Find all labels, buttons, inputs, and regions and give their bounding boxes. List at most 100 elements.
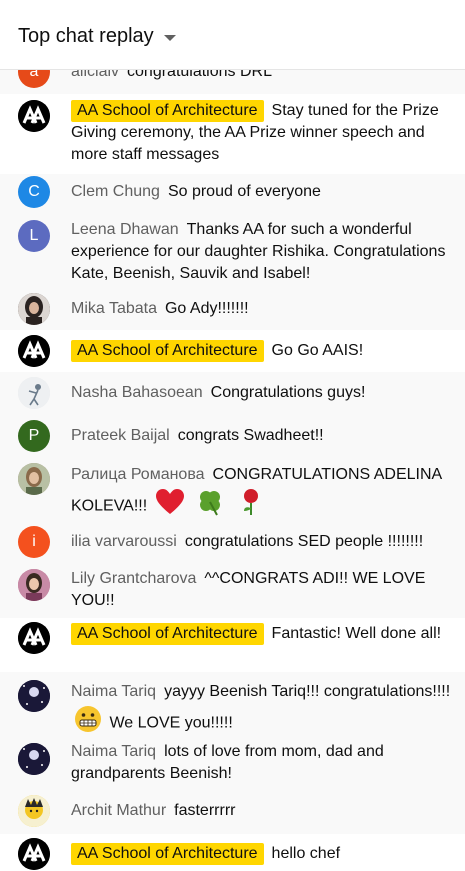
aa-logo-glyph xyxy=(18,335,50,367)
message-text: hello chef xyxy=(271,845,341,862)
avatar[interactable]: C xyxy=(18,176,50,208)
chat-message: Archit Mathur fasterrrrr xyxy=(0,794,465,834)
message-text: Go Ady!!!!!!! xyxy=(164,300,249,317)
avatar-letter: i xyxy=(32,533,36,550)
chat-message: Naima Tariq yayyy Beenish Tariq!!! congra… xyxy=(0,672,465,736)
avatar[interactable]: a xyxy=(18,70,50,88)
message-content: Naima Tariq yayyy Beenish Tariq!!! congra… xyxy=(71,679,455,742)
message-content: AA School of Architecture Go Go AAIS! xyxy=(71,340,455,362)
chat-message: Ралица Романова CONGRATULATIONS ADELINA K… xyxy=(0,456,465,526)
heart-emoji xyxy=(155,488,185,525)
message-text: So proud of everyone xyxy=(167,183,321,200)
heart-glyph xyxy=(155,489,184,514)
avatar[interactable]: i xyxy=(18,526,50,558)
message-content: Mika Tabata Go Ady!!!!!!! xyxy=(71,298,455,320)
message-text: congrats Swadheet!! xyxy=(177,427,324,444)
author-name[interactable]: Lily Grantcharova xyxy=(71,570,196,587)
chat-message: L Leena Dhawan Thanks AA for such a wonde… xyxy=(0,210,465,290)
chat-mode-label: Top chat replay xyxy=(18,25,154,47)
message-content: Nasha Bahasoean Congratulations guys! xyxy=(71,382,455,404)
chat-message: AA School of Architecture hello chef xyxy=(0,834,465,871)
author-name[interactable]: Mika Tabata xyxy=(71,300,157,317)
aa-logo-icon[interactable] xyxy=(18,622,50,654)
message-content: AA School of Architecture Fantastic! Well… xyxy=(71,623,455,645)
message-content: Archit Mathur fasterrrrr xyxy=(71,800,455,822)
chat-message: Lily Grantcharova ^^CONGRATS ADI!! WE LOV… xyxy=(0,562,465,618)
owner-badge[interactable]: AA School of Architecture xyxy=(71,340,264,362)
woman-portrait-icon[interactable] xyxy=(18,463,50,495)
avatar[interactable]: L xyxy=(18,220,50,252)
message-content: Naima Tariq lots of love from mom, dad an… xyxy=(71,741,455,785)
rose-glyph xyxy=(243,489,258,515)
message-content: AA School of Architecture hello chef xyxy=(71,843,455,865)
sketch-figure-icon[interactable] xyxy=(18,377,50,409)
aa-logo-glyph xyxy=(18,100,50,132)
clover-emoji xyxy=(195,488,225,525)
chat-message: Naima Tariq lots of love from mom, dad an… xyxy=(0,736,465,794)
message-text-continued: We LOVE you!!!!! xyxy=(109,714,233,732)
chat-header: Top chat replay xyxy=(0,0,465,70)
author-name[interactable]: Prateek Baijal xyxy=(71,427,170,444)
avatar-letter: P xyxy=(28,427,40,444)
avatar[interactable]: P xyxy=(18,420,50,452)
aa-logo-icon[interactable] xyxy=(18,335,50,367)
aa-logo-icon[interactable] xyxy=(18,838,50,870)
chat-message: P Prateek Baijal congrats Swadheet!! xyxy=(0,414,465,456)
message-content: AA School of Architecture Stay tuned for … xyxy=(71,100,455,166)
rose-emoji xyxy=(236,488,266,525)
night-sky-glyph xyxy=(18,743,50,775)
chat-message: AA School of Architecture Fantastic! Well… xyxy=(0,618,465,672)
night-sky-icon[interactable] xyxy=(18,680,50,712)
author-name[interactable]: Naima Tariq xyxy=(71,743,156,760)
message-text: congratulations DRL xyxy=(127,70,272,80)
message-content: aliciaiv congratulations DRL xyxy=(71,70,455,83)
author-name[interactable]: ilia varvaroussi xyxy=(71,533,177,550)
aa-logo-icon[interactable] xyxy=(18,100,50,132)
avatar-letter: a xyxy=(29,70,39,80)
woman-portrait-icon[interactable] xyxy=(18,569,50,601)
cartoon-glyph xyxy=(18,795,50,827)
avatar-letter: L xyxy=(29,227,39,244)
message-content: Ралица Романова CONGRATULATIONS ADELINA K… xyxy=(71,462,455,525)
chat-message: a aliciaiv congratulations DRL xyxy=(0,70,465,94)
chat-message: i ilia varvaroussi congratulations SED pe… xyxy=(0,526,465,562)
message-content: Leena Dhawan Thanks AA for such a wonderf… xyxy=(71,219,455,285)
message-content: Clem Chung So proud of everyone xyxy=(71,181,455,203)
woman-portrait-icon[interactable] xyxy=(18,293,50,325)
grimacing-glyph xyxy=(75,706,101,732)
author-name[interactable]: aliciaiv xyxy=(71,70,119,80)
chat-message: Mika Tabata Go Ady!!!!!!! xyxy=(0,290,465,330)
avatar-letter: C xyxy=(28,183,40,200)
author-name[interactable]: Archit Mathur xyxy=(71,802,166,819)
chat-message: Nasha Bahasoean Congratulations guys! xyxy=(0,372,465,414)
owner-badge[interactable]: AA School of Architecture xyxy=(71,623,264,645)
night-sky-glyph xyxy=(18,680,50,712)
chat-mode-dropdown[interactable]: Top chat replay xyxy=(18,25,176,48)
author-name[interactable]: Naima Tariq xyxy=(71,683,156,700)
message-text: fasterrrrr xyxy=(174,802,236,819)
chat-message: AA School of Architecture Stay tuned for … xyxy=(0,94,465,174)
chat-message: C Clem Chung So proud of everyone xyxy=(0,174,465,210)
message-content: ilia varvaroussi congratulations SED peop… xyxy=(71,531,455,553)
sketch-glyph xyxy=(18,377,50,409)
aa-logo-glyph xyxy=(18,838,50,870)
cartoon-avatar-icon[interactable] xyxy=(18,795,50,827)
message-text: Go Go AAIS! xyxy=(271,342,364,359)
owner-badge[interactable]: AA School of Architecture xyxy=(71,843,264,865)
message-text: Congratulations guys! xyxy=(210,384,366,401)
author-name[interactable]: Nasha Bahasoean xyxy=(71,384,203,401)
night-sky-icon[interactable] xyxy=(18,743,50,775)
message-text: yayyy Beenish Tariq!!! congratulations!!… xyxy=(164,683,451,700)
portrait-glyph xyxy=(18,293,50,325)
author-name[interactable]: Clem Chung xyxy=(71,183,160,200)
portrait-glyph xyxy=(18,463,50,495)
message-text: Fantastic! Well done all! xyxy=(271,625,442,642)
author-name[interactable]: Ралица Романова xyxy=(71,466,205,483)
caret-down-icon xyxy=(163,34,176,41)
owner-badge[interactable]: AA School of Architecture xyxy=(71,100,264,122)
message-text: congratulations SED people !!!!!!!! xyxy=(184,533,424,550)
chat-message: AA School of Architecture Go Go AAIS! xyxy=(0,330,465,372)
author-name[interactable]: Leena Dhawan xyxy=(71,221,179,238)
portrait-glyph xyxy=(18,569,50,601)
aa-logo-glyph xyxy=(18,622,50,654)
